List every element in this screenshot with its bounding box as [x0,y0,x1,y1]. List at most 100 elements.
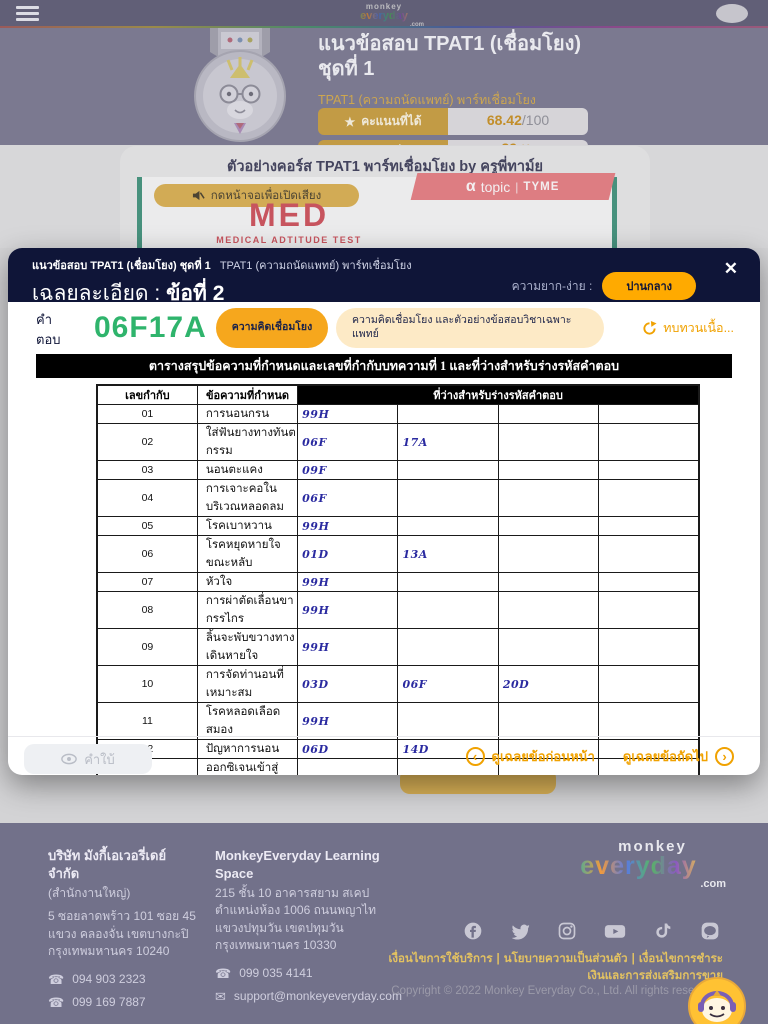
twitter-icon[interactable] [510,921,530,941]
row-text: ลิ้นจะพับขวางทางเดินหายใจ [196,628,299,666]
exam-subtitle: TPAT1 (ความถนัดแพทย์) พาร์ทเชื่อมโยง [318,93,536,107]
company-name: บริษัท มังกี้เอเวอรี่เดย์ จำกัด [48,848,167,881]
privacy-link[interactable]: นโยบายความเป็นส่วนตัว [504,953,628,965]
answer-cell [497,628,600,666]
answer-cell [598,628,700,666]
detail-heading: เฉลยละเอียด : [32,282,161,305]
answer-cell: 17A [397,423,499,461]
course-video[interactable]: กดหน้าจอเพื่อเปิดเสียง α topic | TYME ME… [137,173,617,248]
row-number: 06 [96,535,198,573]
learning-space-name: MonkeyEveryday Learning Space [215,848,380,881]
row-text: การจัดท่านอนที่เหมาะสม [196,665,299,703]
answer-cell [598,479,700,517]
col-header-answer-space: ที่ว่างสำหรับร่างรหัสคำตอบ [297,384,700,405]
table-row: 10 การจัดท่านอนที่เหมาะสม 03D 06F 20D [96,665,700,703]
answer-cell [397,460,499,480]
answer-cell: 06F [297,423,399,461]
modal-divider [8,736,760,737]
table-row: 09 ลิ้นจะพับขวางทางเดินหายใจ 99H [96,628,700,666]
answer-cell [598,535,700,573]
hint-button[interactable]: คำใบ้ [24,744,152,774]
answer-cell [497,516,600,536]
tiktok-icon[interactable] [653,921,673,941]
answer-cell: 20D [497,665,600,703]
table-row: 07 หัวใจ 99H [96,572,700,592]
tag-primary: ความคิดเชื่อมโยง [216,308,328,348]
answer-cell [497,572,600,592]
medal-icon [194,28,286,142]
med-logo: MED MEDICAL ADTITUDE TEST [216,197,362,245]
answer-detail-modal: แนวข้อสอบ TPAT1 (เชื่อมโยง) ชุดที่ 1 TPA… [8,248,760,775]
table-row: 06 โรคหยุดหายใจขณะหลับ 01D 13A [96,535,700,573]
review-content-link[interactable]: ทบทวนเนื้อ... [642,318,734,338]
answer-cell: 99H [297,404,399,424]
avatar[interactable] [716,4,748,23]
table-row: 03 นอนตะแคง 09F [96,460,700,480]
topic-tyme-badge: α topic | TYME [410,173,616,200]
course-card: ตัวอย่างคอร์ส TPAT1 พาร์ทเชื่อมโยง by คร… [120,146,650,248]
score-label: คะแนนที่ได้ [361,114,422,128]
col-header-number: เลขกำกับ [96,384,198,405]
answer-cell [598,665,700,703]
phone-icon: ☎ [215,965,232,981]
company-address: 5 ซอยลาดพร้าว 101 ซอย 45 แขวง คลองจั่น เ… [48,909,196,959]
email-link[interactable]: ✉ support@monkeyeveryday.com [215,988,402,1007]
answer-cell [497,423,600,461]
app-header: monkey everyday .com [0,0,768,29]
answer-cell: 06D [297,739,399,759]
refresh-icon [643,320,657,335]
phone-link[interactable]: ☎ 094 903 2323 [48,971,200,990]
close-icon[interactable]: ✕ [724,260,738,277]
table-row: 02 ใส่ฟันยางทางทันตกรรม 06F 17A [96,423,700,461]
star-icon: ★ [344,114,356,129]
modal-exam-subtitle: TPAT1 (ความถนัดแพทย์) พาร์ทเชื่อมโยง [219,260,412,272]
instagram-icon[interactable] [557,921,577,941]
next-answer-button[interactable]: ดูเฉลยข้อถัดไป › [623,746,734,767]
social-links [463,921,720,941]
company-branch: (สำนักงานใหญ่) [48,886,131,901]
answer-cell: 99H [297,628,399,666]
row-number: 09 [96,628,198,666]
answer-cell [598,423,700,461]
footer-links: เงื่อนไขการใช้บริการ | นโยบายความเป็นส่วนต… [388,953,723,983]
row-number: 05 [96,516,198,536]
row-text: ใส่ฟันยางทางทันตกรรม [196,423,299,461]
monkey-support-icon [698,990,736,1022]
result-hero: แนวข้อสอบ TPAT1 (เชื่อมโยง) ชุดที่ 1 TPA… [0,28,768,167]
menu-icon[interactable] [16,6,39,24]
score-max: /100 [521,112,550,129]
answer-row: คำตอบ 06F17A ความคิดเชื่อมโยง ความคิดเชื… [8,308,760,352]
row-text: นอนตะแคง [196,460,299,480]
terms-link[interactable]: เงื่อนไขการใช้บริการ [388,953,492,965]
answer-table: เลขกำกับ ข้อความที่กำหนด ที่ว่างสำหรับร่… [96,384,700,775]
answer-cell [397,591,499,629]
row-text: การผ่าตัดเลื่อนขากรรไกร [196,591,299,629]
youtube-icon[interactable] [604,921,626,941]
answer-cell: 05A [297,758,399,775]
line-icon[interactable] [700,921,720,941]
answer-cell: 03D [297,665,399,703]
answer-cell: 06F [397,665,499,703]
answer-cell [598,572,700,592]
phone-link[interactable]: ☎ 099 035 4141 [215,965,383,984]
row-text: ออกซิเจนเข้าสู่ร่างกายได้น้อยกว่าที่ควร [196,758,299,775]
app-logo[interactable]: monkey everyday .com [344,3,424,29]
copyright: Copyright © 2022 Monkey Everyday Co., Lt… [391,985,720,997]
answer-cell [397,479,499,517]
chat-support-button[interactable] [688,977,746,1024]
modal-header: แนวข้อสอบ TPAT1 (เชื่อมโยง) ชุดที่ 1 TPA… [8,248,760,305]
answer-table-body: 01 การนอนกรน 99H 02 ใส่ฟันยางทางทันตกรรม… [96,404,700,775]
row-number: 03 [96,460,198,480]
table-row: 11 โรคหลอดเลือดสมอง 99H [96,702,700,740]
answer-label: คำตอบ [36,312,61,347]
answer-cell: 13A [397,535,499,573]
table-row: 05 โรคเบาหวาน 99H [96,516,700,536]
answer-cell [598,591,700,629]
facebook-icon[interactable] [463,921,483,941]
exam-title: แนวข้อสอบ TPAT1 (เชื่อมโยง) ชุดที่ 1 [318,33,582,80]
table-row: 01 การนอนกรน 99H [96,404,700,424]
row-text: การนอนกรน [196,404,299,424]
eye-icon [61,753,78,765]
prev-answer-button[interactable]: ‹ ดูเฉลยข้อก่อนหน้า [465,746,595,767]
phone-link[interactable]: ☎ 099 169 7887 [48,994,200,1013]
